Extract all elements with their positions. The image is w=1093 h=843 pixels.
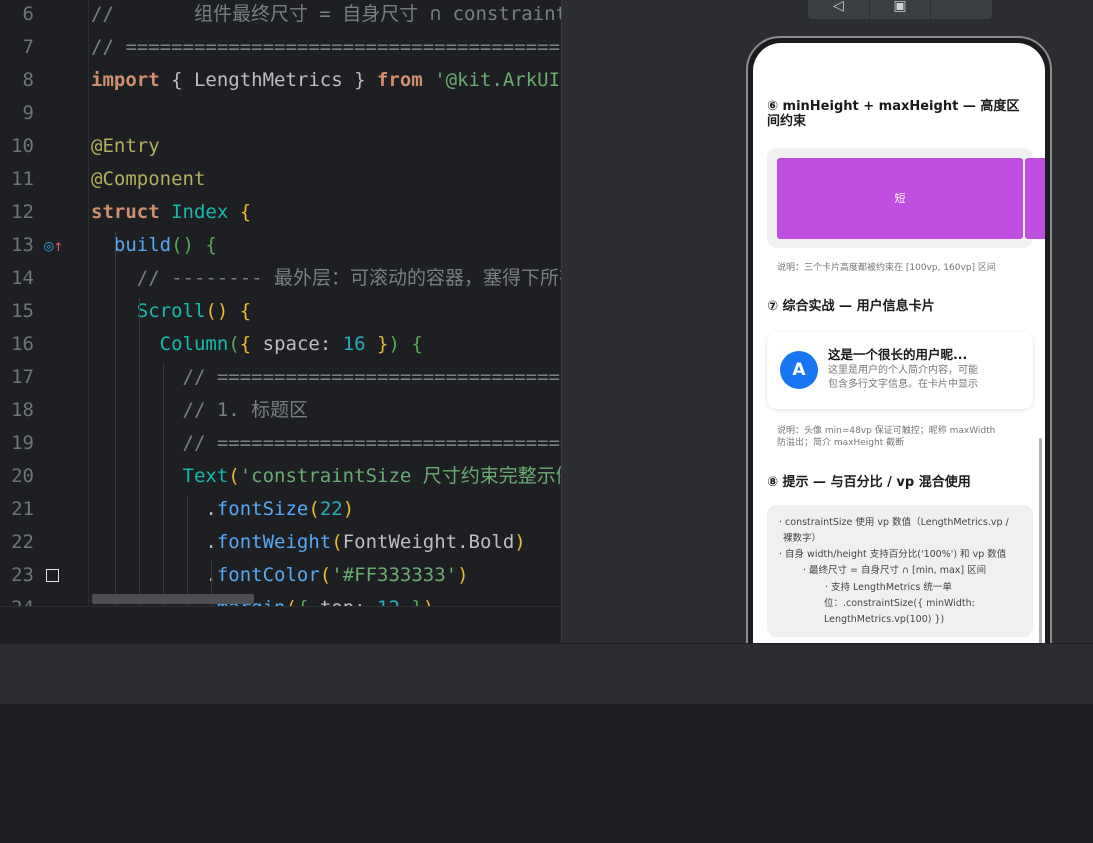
line-number: 12: [11, 201, 34, 223]
tip-line: · 最终尺寸 = 自身尺寸 ∩ [min, max] 区间: [803, 565, 987, 576]
previewer-toolbar: ◁ ▣: [808, 0, 992, 19]
line-number: 7: [22, 36, 34, 58]
code-line[interactable]: @Entry: [88, 130, 561, 163]
line-number: 16: [11, 333, 34, 355]
line-number: 11: [11, 168, 34, 190]
section7-note: 说明：头像 min=48vp 保证可触控；昵称 maxWidth 防溢出；简介 …: [777, 426, 996, 448]
line-number: 21: [11, 498, 34, 520]
line-number: 23: [11, 564, 34, 586]
line-number: 24: [0, 592, 34, 606]
preview-scrollbar[interactable]: [1039, 438, 1042, 643]
line-number: 20: [11, 465, 34, 487]
line-number: 6: [22, 3, 34, 25]
code-line[interactable]: import { LengthMetrics } from '@kit.ArkU…: [88, 64, 561, 97]
indent-guide: [115, 232, 116, 606]
user-name: 这是一个很长的用户昵...: [828, 347, 968, 362]
tip-line: · 自身 width/height 支持百分比('100%') 和 vp 数值: [779, 549, 1007, 560]
previewer-panel: ◁ ▣ ⑥ minHeight + maxHeight — 高度区间约束 短 说…: [561, 0, 1093, 643]
clipped-box: [1025, 158, 1045, 239]
tip-line: · 支持 LengthMetrics 统一单: [825, 582, 952, 593]
code-line[interactable]: // =====================================…: [88, 361, 562, 394]
line-number: 18: [11, 399, 34, 421]
indent-guide: [187, 496, 188, 606]
line-number: 19: [11, 432, 34, 454]
tool-window-bar: [0, 643, 1093, 705]
user-info-card[interactable]: A 这是一个很长的用户昵... 这里是用户的个人简介内容，可能包含多行文字信息。…: [767, 332, 1033, 409]
tips-card: · constraintSize 使用 vp 数值（LengthMetrics.…: [767, 505, 1033, 637]
editor-status-strip: [0, 606, 561, 644]
code-line[interactable]: Column({ space: 16 }) {: [88, 328, 561, 361]
line-number: 17: [11, 366, 34, 388]
code-line[interactable]: Text('constraintSize 尺寸约束完整示例'): [88, 460, 561, 493]
code-line[interactable]: // 1. 标题区: [88, 394, 561, 427]
short-box: 短: [777, 158, 1023, 239]
code-area[interactable]: // 组件最终尺寸 = 自身尺寸 ∩ constraintSize// ====…: [88, 0, 561, 606]
line-number: 9: [22, 102, 34, 124]
indent-guide: [139, 298, 140, 606]
code-line[interactable]: [88, 97, 561, 130]
tip-line: 位：.constraintSize({ minWidth:: [824, 598, 975, 609]
tip-line: 裸数字）: [783, 533, 822, 544]
code-line[interactable]: // -------- 最外层：可滚动的容器，塞得下所有内容: [88, 262, 561, 295]
section6-title: ⑥ minHeight + maxHeight — 高度区间约束: [767, 99, 1020, 129]
device-screen[interactable]: ⑥ minHeight + maxHeight — 高度区间约束 短 说明：三个…: [753, 43, 1045, 643]
line-number: 15: [11, 300, 34, 322]
code-line[interactable]: Scroll() {: [88, 295, 561, 328]
more-icon[interactable]: [931, 0, 992, 19]
override-marker-icon[interactable]: ◎↑: [44, 229, 63, 262]
back-icon[interactable]: ◁: [808, 0, 870, 19]
device-icon[interactable]: ▣: [870, 0, 932, 19]
line-number-gutter: 6 7 8 9 10 11 12 13 ◎↑ 14 15 16 17 18 19 20 21 22 23 24: [0, 0, 89, 606]
code-line[interactable]: struct Index {: [88, 196, 561, 229]
code-line[interactable]: .fontWeight(FontWeight.Bold): [88, 526, 561, 559]
line-number: 14: [11, 267, 34, 289]
line-number: 10: [11, 135, 34, 157]
code-line[interactable]: // 组件最终尺寸 = 自身尺寸 ∩ constraintSize: [88, 0, 561, 31]
code-line[interactable]: .fontSize(22): [88, 493, 561, 526]
user-bio: 这里是用户的个人简介内容，可能包含多行文字信息。在卡片中显示: [828, 365, 978, 390]
device-frame: ⑥ minHeight + maxHeight — 高度区间约束 短 说明：三个…: [746, 36, 1052, 643]
code-line[interactable]: // =====================================…: [88, 31, 561, 64]
bottom-panel: [0, 704, 1093, 843]
section7-title: ⑦ 综合实战 — 用户信息卡片: [767, 299, 935, 314]
code-line[interactable]: // =====================================…: [88, 427, 562, 460]
line-number: 13: [11, 234, 34, 256]
section8-title: ⑧ 提示 — 与百分比 / vp 混合使用: [767, 475, 971, 490]
line-number: 8: [22, 69, 34, 91]
ide-window: 6 7 8 9 10 11 12 13 ◎↑ 14 15 16 17 18 19 20 21 22 23 24 // …: [0, 0, 1093, 843]
code-line[interactable]: @Component: [88, 163, 561, 196]
line-number: 22: [11, 531, 34, 553]
avatar: A: [780, 351, 818, 389]
indent-guide: [163, 364, 164, 606]
code-line[interactable]: .fontColor('#FF333333'): [88, 559, 561, 592]
code-editor[interactable]: 6 7 8 9 10 11 12 13 ◎↑ 14 15 16 17 18 19 20 21 22 23 24 // …: [0, 0, 561, 606]
section6-note: 说明：三个卡片高度都被约束在 [100vp, 160vp] 区间: [777, 263, 996, 273]
tip-line: LengthMetrics.vp(100) }): [824, 614, 945, 625]
tip-line: · constraintSize 使用 vp 数值（LengthMetrics.…: [779, 517, 1009, 528]
color-swatch-icon[interactable]: [46, 569, 59, 582]
code-line[interactable]: build() {: [88, 229, 561, 262]
height-range-card: 短: [767, 148, 1045, 248]
horizontal-scrollbar[interactable]: [92, 594, 254, 604]
